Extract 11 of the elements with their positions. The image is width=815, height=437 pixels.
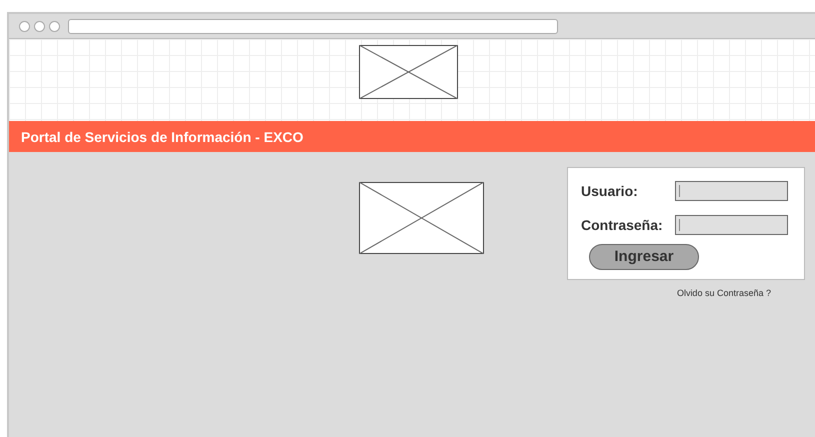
address-bar[interactable] <box>68 18 558 34</box>
field-label: Usuario: <box>581 182 639 198</box>
input-field[interactable] <box>675 214 788 234</box>
window-button[interactable] <box>49 20 60 32</box>
field-label: Contraseña: <box>581 216 664 232</box>
input-field[interactable] <box>675 180 788 200</box>
window-button[interactable] <box>19 20 30 32</box>
header-title: Portal de Servicios de Información - EXCO <box>21 128 304 144</box>
login-button[interactable]: Ingresar <box>589 244 699 270</box>
forgot-password-link[interactable]: Olvido su Contraseña ? <box>676 288 771 298</box>
window-button[interactable] <box>34 20 45 32</box>
